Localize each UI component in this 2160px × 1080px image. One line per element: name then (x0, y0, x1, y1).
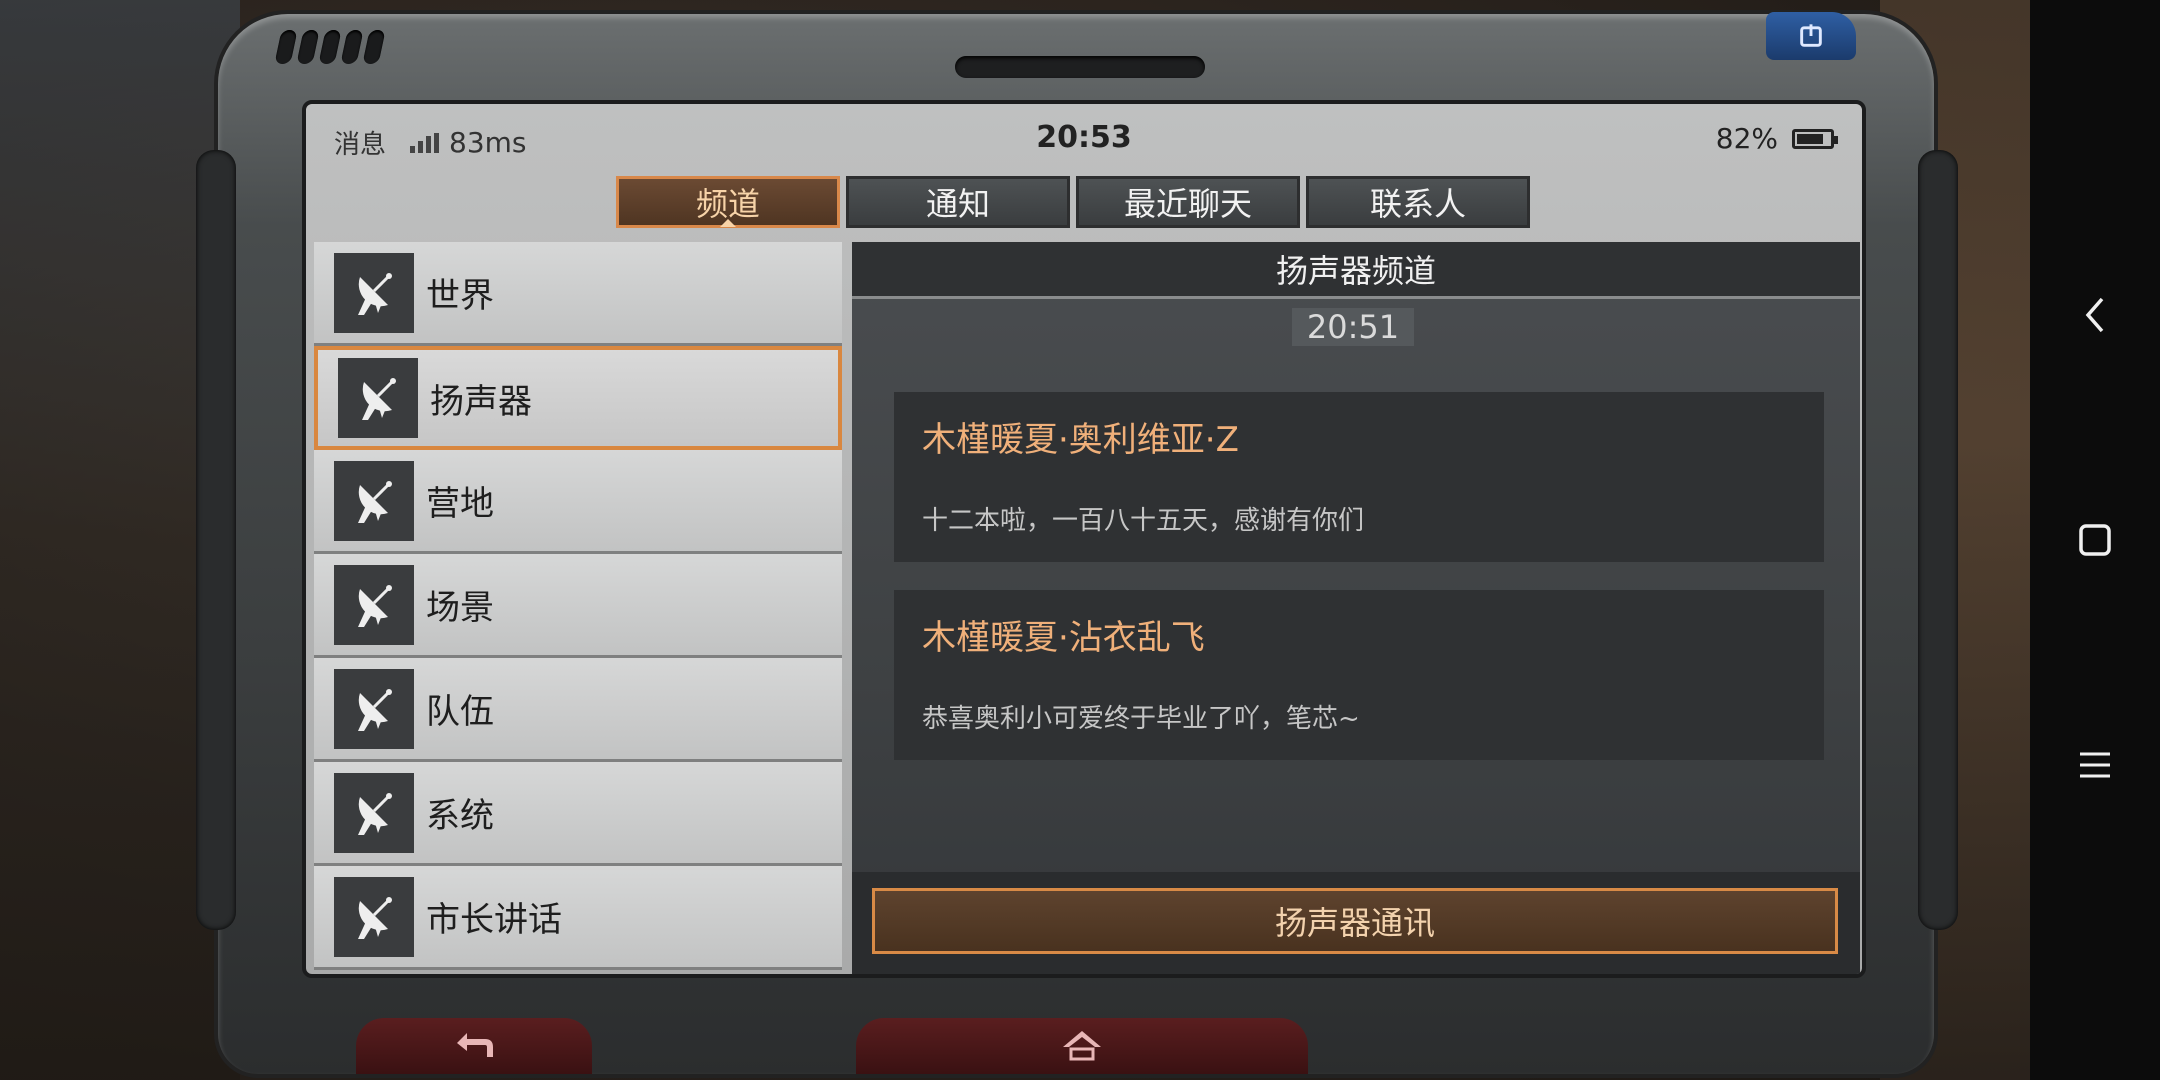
channel-label: 系统 (426, 796, 494, 836)
satellite-dish-icon (338, 358, 418, 438)
channel-item-team[interactable]: 队伍 (314, 658, 842, 762)
system-navigation-bar (2030, 0, 2160, 1080)
message-sender: 木槿暖夏·沾衣乱飞 (922, 618, 1205, 658)
channel-label: 营地 (426, 484, 494, 524)
home-icon (1063, 1031, 1101, 1061)
tab-contacts[interactable]: 联系人 (1306, 176, 1530, 228)
device-back-button[interactable] (356, 1018, 592, 1074)
device-home-button[interactable] (856, 1018, 1308, 1074)
battery-percent: 82% (1715, 122, 1778, 155)
speaker-broadcast-button[interactable]: 扬声器通讯 (872, 888, 1838, 954)
tab-bar: 频道 通知 最近聊天 联系人 (616, 176, 1530, 228)
device-vents (274, 30, 386, 64)
system-back-button[interactable] (2030, 270, 2160, 360)
message-timestamp: 20:51 (1292, 308, 1414, 346)
satellite-dish-icon (334, 564, 414, 645)
channel-item-speaker[interactable]: 扬声器 (314, 346, 842, 450)
message-card[interactable]: 木槿暖夏·奥利维亚·Z 十二本啦，一百八十五天，感谢有你们 (894, 392, 1824, 562)
satellite-dish-icon (334, 460, 414, 541)
message-text: 恭喜奥利小可爱终于毕业了吖，笔芯~ (922, 704, 1360, 734)
satellite-dish-icon (334, 772, 414, 853)
message-text: 十二本啦，一百八十五天，感谢有你们 (922, 506, 1365, 536)
status-time: 20:53 (1036, 120, 1132, 155)
channel-item-scene[interactable]: 场景 (314, 554, 842, 658)
message-card[interactable]: 木槿暖夏·沾衣乱飞 恭喜奥利小可爱终于毕业了吖，笔芯~ (894, 590, 1824, 760)
tab-channels[interactable]: 频道 (616, 176, 840, 228)
chevron-left-icon (2085, 297, 2104, 333)
device-speaker-slot (955, 56, 1205, 78)
channel-item-world[interactable]: 世界 (314, 242, 842, 346)
channel-label: 扬声器 (430, 381, 532, 422)
channel-label: 世界 (426, 276, 494, 316)
panel-footer: 扬声器通讯 (852, 872, 1860, 974)
power-button[interactable] (1766, 12, 1856, 60)
square-icon (2079, 524, 2111, 556)
satellite-dish-icon (334, 876, 414, 957)
device-side-grip-right (1918, 150, 1958, 930)
channel-list: 世界 扬声器 营地 场景 队伍 系统 市长讲话 (314, 242, 842, 974)
system-home-button[interactable] (2030, 495, 2160, 585)
status-bar: 消息 83ms 20:53 82% (306, 104, 1862, 174)
channel-label: 场景 (426, 588, 494, 628)
power-icon (1800, 24, 1822, 47)
device-screen: 消息 83ms 20:53 82% 频道 通知 最近聊天 联系人 世界 扬声器 … (302, 100, 1866, 978)
channel-label: 市长讲话 (426, 900, 562, 940)
channel-panel: 扬声器频道 20:51 木槿暖夏·奥利维亚·Z 十二本啦，一百八十五天，感谢有你… (852, 242, 1860, 974)
tab-notifications[interactable]: 通知 (846, 176, 1070, 228)
battery-icon (1792, 128, 1838, 149)
panel-title: 扬声器频道 (852, 242, 1860, 299)
return-arrow-icon (457, 1033, 493, 1057)
tab-recent-chats[interactable]: 最近聊天 (1076, 176, 1300, 228)
system-menu-button[interactable] (2030, 720, 2160, 810)
menu-icon (2080, 752, 2110, 778)
satellite-dish-icon (334, 668, 414, 749)
satellite-dish-icon (334, 252, 414, 333)
channel-item-camp[interactable]: 营地 (314, 450, 842, 554)
message-sender: 木槿暖夏·奥利维亚·Z (922, 420, 1239, 460)
channel-item-system[interactable]: 系统 (314, 762, 842, 866)
channel-label: 队伍 (426, 692, 494, 732)
channel-item-mayor-speech[interactable]: 市长讲话 (314, 866, 842, 970)
device-side-grip-left (196, 150, 236, 930)
